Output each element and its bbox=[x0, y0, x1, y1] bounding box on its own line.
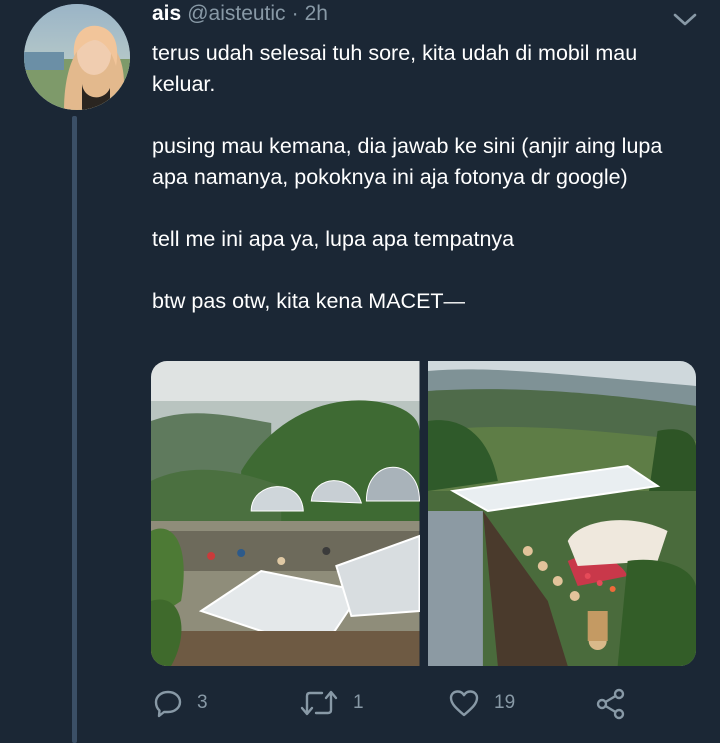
photo-terrace-cafe[interactable] bbox=[427, 361, 696, 666]
share-icon bbox=[595, 688, 627, 720]
like-count: 19 bbox=[494, 692, 516, 713]
author-handle[interactable]: @aisteutic bbox=[187, 2, 285, 26]
action-bar: 3 1 19 bbox=[153, 688, 653, 728]
reply-icon bbox=[153, 688, 183, 718]
thread-line bbox=[72, 116, 77, 743]
like-button[interactable]: 19 bbox=[448, 688, 515, 718]
timestamp[interactable]: 2h bbox=[305, 2, 328, 26]
separator-dot: · bbox=[291, 2, 299, 25]
author-name[interactable]: ais bbox=[152, 2, 181, 26]
reply-count: 3 bbox=[197, 692, 208, 713]
media-grid bbox=[151, 361, 696, 666]
heart-icon bbox=[448, 688, 480, 718]
chevron-down-icon[interactable] bbox=[672, 10, 698, 30]
tweet-header: ais @aisteutic · 2h bbox=[152, 2, 328, 30]
avatar[interactable] bbox=[24, 4, 130, 110]
photo-glamping-domes[interactable] bbox=[151, 361, 420, 666]
retweet-icon bbox=[299, 688, 339, 718]
tweet-text: terus udah selesai tuh sore, kita udah d… bbox=[152, 41, 663, 313]
share-button[interactable] bbox=[595, 688, 627, 720]
reply-button[interactable]: 3 bbox=[153, 688, 208, 718]
retweet-button[interactable]: 1 bbox=[299, 688, 364, 718]
retweet-count: 1 bbox=[353, 692, 364, 713]
